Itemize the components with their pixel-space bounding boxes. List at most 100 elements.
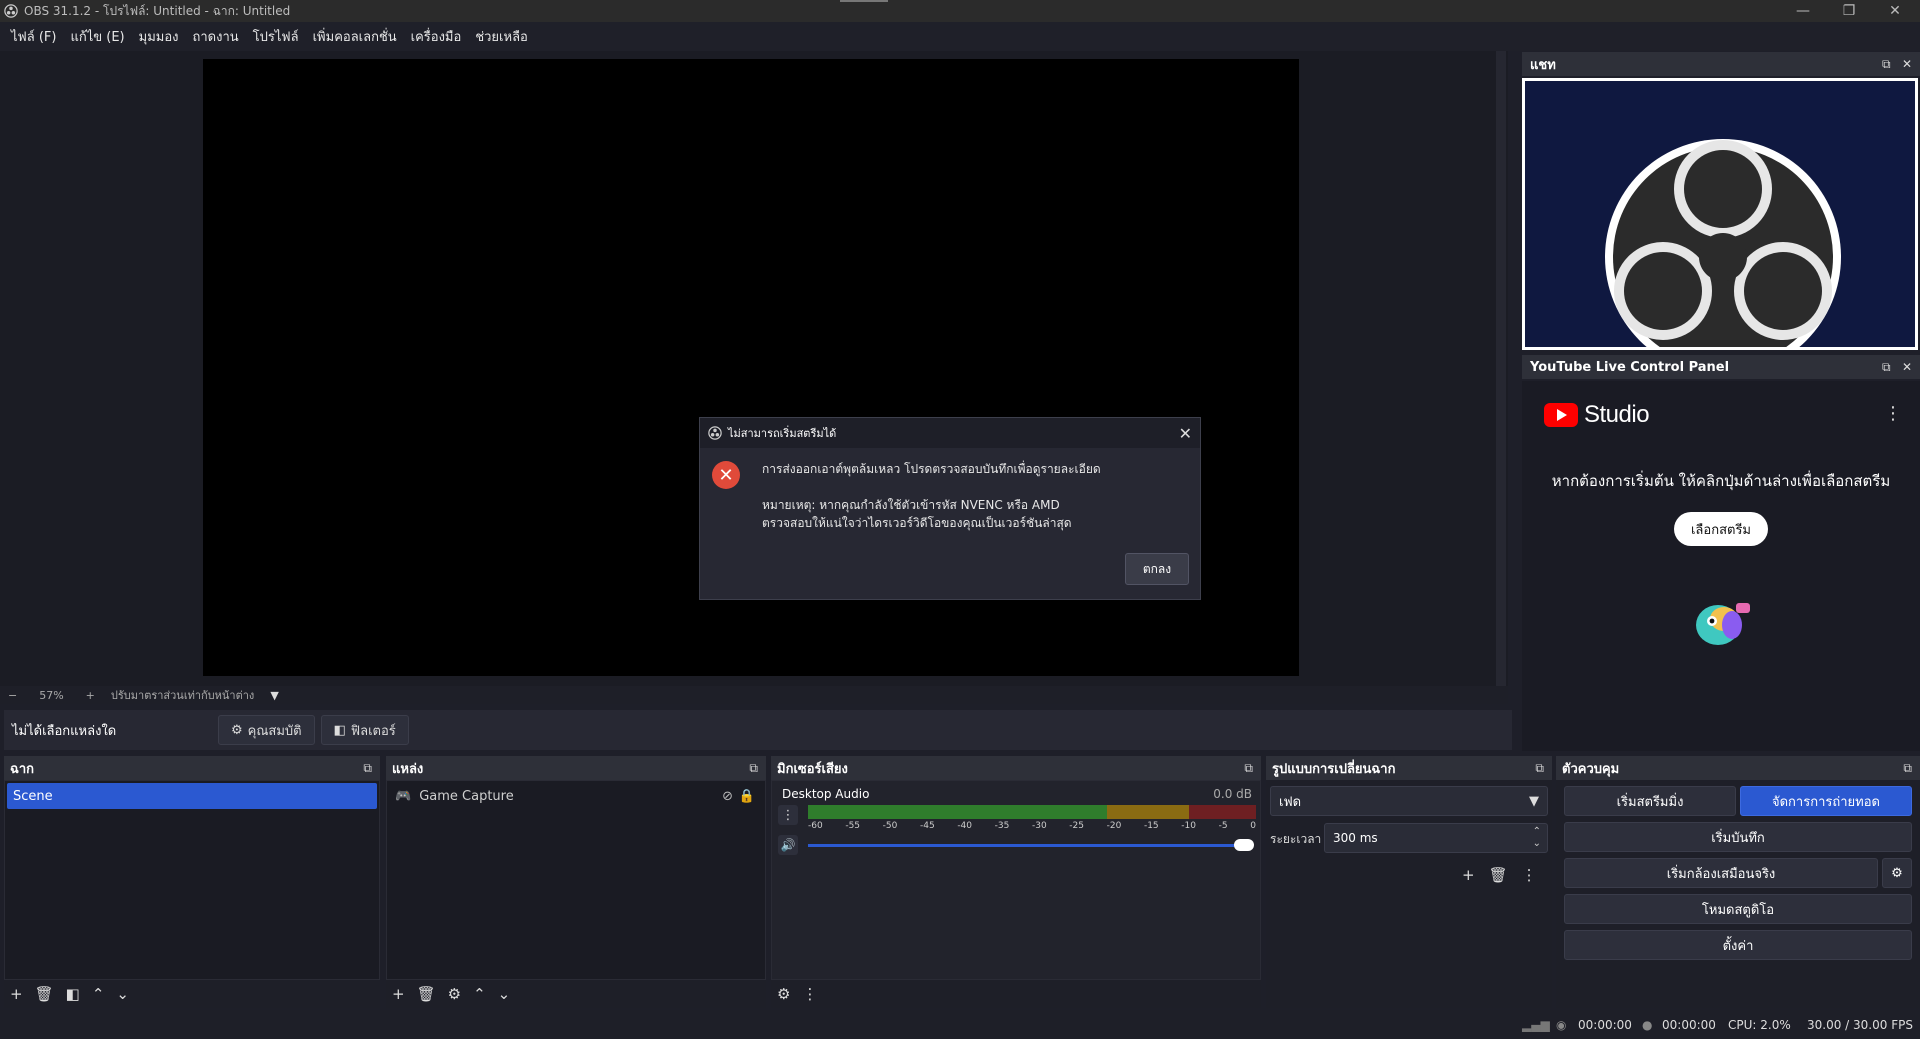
move-down-icon[interactable]: ⌄ [498,985,511,1003]
dialog-message: การส่งออกเอาต์พุตล้มเหลว โปรดตรวจสอบบันท… [762,462,1101,476]
tick-label: -20 [1106,821,1122,831]
visibility-off-icon[interactable]: ⊘ [722,789,733,804]
transition-actions: + 🗑 ⋮ [1462,866,1537,884]
tick-label: -30 [1031,821,1047,831]
undock-icon[interactable]: ⧉ [749,761,758,776]
trash-icon[interactable]: 🗑 [417,985,436,1003]
scenes-title: ฉาก [10,761,35,777]
close-icon[interactable]: ✕ [1902,57,1912,71]
title-bar: OBS 31.1.2 - โปรไฟล์: Untitled - ฉาก: Un… [0,0,1920,22]
undock-icon[interactable]: ⧉ [1882,57,1891,72]
gear-icon: ⚙ [1891,865,1903,881]
volume-slider-track[interactable] [808,844,1236,847]
menu-profile[interactable]: โปรไฟล์ [246,26,306,47]
more-vert-icon[interactable]: ⋮ [1884,403,1902,424]
tick-label: -5 [1218,821,1228,831]
properties-button[interactable]: ⚙ คุณสมบัติ [218,715,315,745]
filters-label: ฟิลเตอร์ [350,723,396,739]
more-vert-icon[interactable]: ⋮ [778,805,798,825]
close-icon[interactable]: ✕ [1872,0,1918,22]
preview-scrollbar[interactable] [1496,51,1506,686]
move-up-icon[interactable]: ⌃ [92,985,105,1003]
chat-dock-title: แชท ⧉ ✕ [1522,52,1920,76]
menu-view[interactable]: มุมมอง [132,26,186,47]
undock-icon[interactable]: ⧉ [363,761,372,776]
ok-button[interactable]: ตกลง [1125,553,1189,585]
record-time: 00:00:00 [1662,1018,1716,1032]
zoom-bar: − 57% + ปรับมาตราส่วนเท่ากับหน้าต่าง ▼ [0,686,1508,704]
undock-icon[interactable]: ⧉ [1535,761,1544,776]
transitions-title: รูปแบบการเปลี่ยนฉาก [1272,761,1396,777]
spin-arrows-icon[interactable]: ⌃ ⌄ [1533,826,1541,850]
obs-logo-icon [4,4,18,18]
zoom-fit-label[interactable]: ปรับมาตราส่วนเท่ากับหน้าต่าง [111,686,254,704]
filters-button[interactable]: ◧ ฟิลเตอร์ [320,715,409,745]
transitions-dock: รูปแบบการเปลี่ยนฉาก ⧉ เฟด ▼ ระยะเวลา 300… [1266,756,1552,1008]
zoom-out-button[interactable]: − [8,689,17,702]
undock-icon[interactable]: ⧉ [1903,761,1912,776]
menu-scene-collection[interactable]: เพิ่มคอลเลกชั่น [306,26,404,47]
menu-help[interactable]: ช่วยเหลือ [468,26,535,47]
controls-title: ตัวควบคุม [1562,761,1620,777]
filter-icon[interactable]: ◧ [66,985,80,1003]
youtube-dock-body: Studio ⋮ หากต้องการเริ่มต้น ให้คลิกปุ่มด… [1522,381,1920,751]
start-recording-button[interactable]: เริ่มบันทึก [1564,822,1912,852]
manage-broadcast-button[interactable]: จัดการการถ่ายทอด [1740,786,1912,816]
more-vert-icon[interactable]: ⋮ [802,985,817,1003]
source-toolbar: ไม่ได้เลือกแหล่งใด ⚙ คุณสมบัติ ◧ ฟิลเตอร… [4,710,1512,750]
dialog-note-line1: หมายเหตุ: หากคุณกำลังใช้ตัวเข้ารหัส NVEN… [762,498,1060,512]
add-icon[interactable]: + [1462,866,1475,884]
youtube-dock-title: YouTube Live Control Panel ⧉ ✕ [1522,355,1920,379]
select-stream-button[interactable]: เลือกสตรีม [1674,512,1768,546]
speaker-icon[interactable]: 🔊 [778,835,798,855]
scenes-dock-title: ฉาก ⧉ [4,756,380,780]
duration-value: 300 ms [1333,831,1378,845]
lock-icon[interactable]: 🔒 [739,789,755,804]
dialog-title-bar: ไม่สามารถเริ่มสตรีมได้ ✕ [700,418,1200,448]
record-status-icon: ● [1642,1018,1653,1032]
trash-icon[interactable]: 🗑 [35,985,54,1003]
scenes-footer: + 🗑 ◧ ⌃ ⌄ [4,980,380,1008]
start-virtual-camera-button[interactable]: เริ่มกล้องเสมือนจริง [1564,858,1878,888]
fps-readout: 30.00 / 30.00 FPS [1807,1018,1913,1032]
menu-bar: ไฟล์ (F) แก้ไข (E) มุมมอง ถาดงาน โปรไฟล์… [0,22,1920,51]
close-icon[interactable]: ✕ [1179,424,1192,443]
add-icon[interactable]: + [392,985,405,1003]
duration-input[interactable]: 300 ms ⌃ ⌄ [1324,823,1548,853]
restore-icon[interactable]: ❐ [1826,0,1872,22]
undock-icon[interactable]: ⧉ [1882,360,1891,375]
virtual-camera-settings-button[interactable]: ⚙ [1882,858,1912,888]
menu-file[interactable]: ไฟล์ (F) [4,26,63,47]
move-up-icon[interactable]: ⌃ [473,985,486,1003]
gear-icon: ⚙ [231,722,243,738]
menu-edit[interactable]: แก้ไข (E) [63,26,131,47]
advanced-audio-icon[interactable]: ⚙ [777,985,790,1003]
stream-time: 00:00:00 [1578,1018,1632,1032]
list-item[interactable]: 🎮 Game Capture ⊘ 🔒 [389,783,763,809]
transitions-body: เฟด ▼ ระยะเวลา 300 ms ⌃ ⌄ + 🗑 ⋮ [1266,780,1552,980]
chat-dock-body [1522,78,1918,350]
transition-select[interactable]: เฟด ▼ [1270,786,1548,816]
gear-icon[interactable]: ⚙ [448,985,461,1003]
trash-icon[interactable]: 🗑 [1489,866,1508,884]
add-icon[interactable]: + [10,985,23,1003]
move-down-icon[interactable]: ⌄ [116,985,129,1003]
volume-slider-handle[interactable] [1234,839,1254,851]
zoom-in-button[interactable]: + [86,689,95,702]
chevron-down-icon[interactable]: ▼ [270,689,278,702]
chat-dock-label: แชท [1530,57,1556,73]
menu-tools[interactable]: เครื่องมือ [404,26,469,47]
minimize-icon[interactable]: — [1780,0,1826,22]
studio-mode-button[interactable]: โหมดสตูดิโอ [1564,894,1912,924]
menu-docks[interactable]: ถาดงาน [186,26,246,47]
youtube-studio-logo: Studio [1544,401,1650,429]
tick-label: -55 [845,821,861,831]
close-icon[interactable]: ✕ [1902,360,1912,374]
start-streaming-button[interactable]: เริ่มสตรีมมิ่ง [1564,786,1736,816]
sources-list: 🎮 Game Capture ⊘ 🔒 [386,780,766,980]
dialog-note-line2: ตรวจสอบให้แน่ใจว่าไดรเวอร์วิดีโอของคุณเป… [762,516,1072,530]
list-item[interactable]: Scene [7,783,377,809]
more-vert-icon[interactable]: ⋮ [1522,866,1537,884]
settings-button[interactable]: ตั้งค่า [1564,930,1912,960]
undock-icon[interactable]: ⧉ [1244,761,1253,776]
